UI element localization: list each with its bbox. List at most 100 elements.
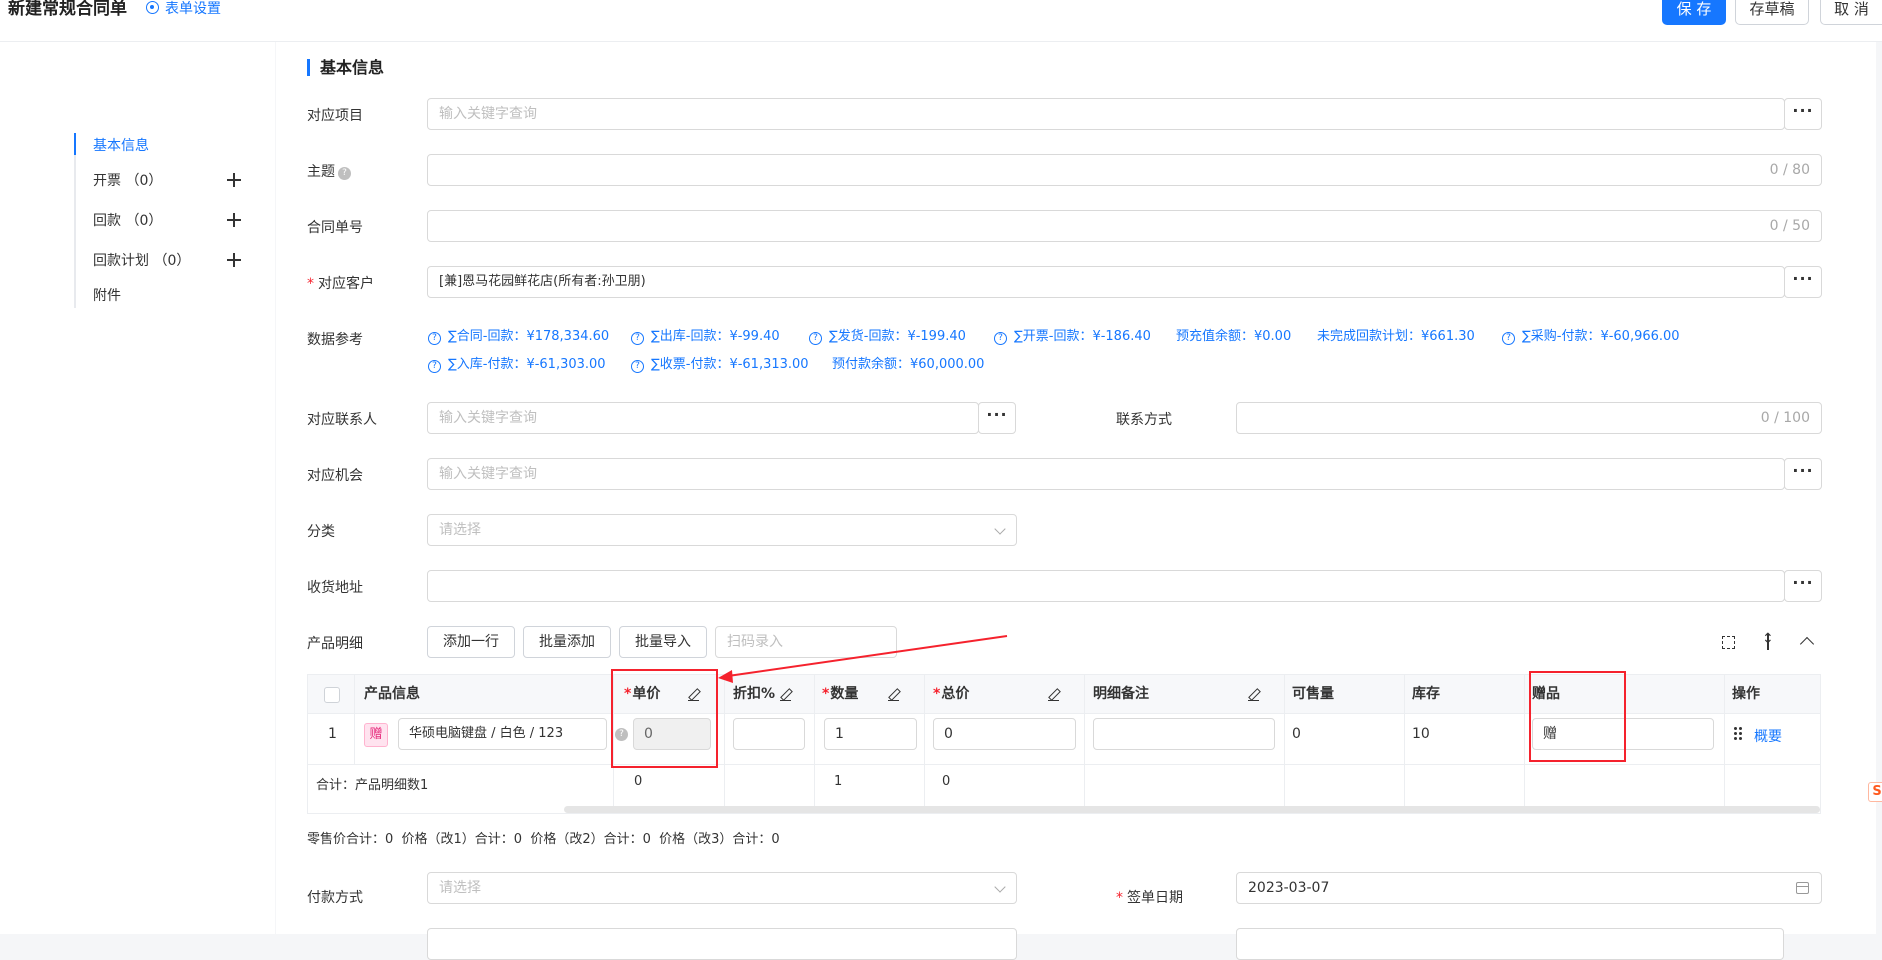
question-circle-icon: ? bbox=[631, 360, 644, 373]
contact-method-counter: 0 / 100 bbox=[1760, 410, 1810, 426]
customer-label: * 对应客户 bbox=[307, 276, 374, 292]
cancel-button[interactable]: 取 消 bbox=[1820, 0, 1882, 25]
form-settings-label: 表单设置 bbox=[165, 1, 221, 17]
payment-select[interactable]: 请选择 bbox=[427, 872, 1017, 904]
add-payment-plan-plus-icon[interactable] bbox=[226, 252, 242, 268]
question-circle-icon: ? bbox=[994, 332, 1007, 345]
form-settings-link[interactable]: 表单设置 bbox=[146, 1, 221, 17]
add-row-button[interactable]: 添加一行 bbox=[427, 626, 515, 658]
chevron-down-icon bbox=[994, 881, 1006, 893]
data-ref-item[interactable]: 预充值余额：¥0.00 bbox=[1176, 325, 1291, 344]
contact-method-label: 联系方式 bbox=[1116, 412, 1172, 428]
row-index: 1 bbox=[328, 726, 337, 742]
next-field-input-right[interactable] bbox=[1236, 928, 1784, 960]
data-ref-label: 数据参考 bbox=[307, 332, 363, 348]
save-button[interactable]: 保 存 bbox=[1662, 0, 1726, 25]
page-title: 新建常规合同单 bbox=[8, 0, 127, 19]
header-remark: 明细备注 bbox=[1093, 686, 1149, 702]
contact-more-button[interactable]: ··· bbox=[978, 402, 1016, 434]
save-draft-button[interactable]: 存草稿 bbox=[1735, 0, 1809, 25]
data-ref-item[interactable]: ? ∑收票-付款：¥-61,313.00 bbox=[631, 353, 809, 373]
data-ref-item[interactable]: 未完成回款计划：¥661.30 bbox=[1317, 325, 1475, 344]
sidebar-item-payment[interactable]: 回款 （0） bbox=[93, 210, 162, 230]
category-label: 分类 bbox=[307, 524, 335, 540]
contract-no-label: 合同单号 bbox=[307, 220, 363, 236]
scan-input[interactable]: 扫码录入 bbox=[715, 626, 897, 658]
subject-input[interactable]: 0 / 80 bbox=[427, 154, 1822, 186]
opportunity-input[interactable]: 输入关键字查询 bbox=[427, 458, 1785, 490]
sidebar-track bbox=[74, 133, 76, 308]
project-input[interactable]: 输入关键字查询 bbox=[427, 98, 1785, 130]
address-more-button[interactable]: ··· bbox=[1784, 570, 1822, 602]
payment-label: 付款方式 bbox=[307, 890, 363, 906]
contract-no-input[interactable]: 0 / 50 bbox=[427, 210, 1822, 242]
discount-input[interactable] bbox=[733, 718, 805, 750]
project-more-button[interactable]: ··· bbox=[1784, 98, 1822, 130]
chevron-down-icon bbox=[994, 523, 1006, 535]
data-ref-item[interactable]: 预付款余额：¥60,000.00 bbox=[832, 353, 984, 372]
customer-more-button[interactable]: ··· bbox=[1784, 266, 1822, 298]
data-ref-item[interactable]: ? ∑入库-付款：¥-61,303.00 bbox=[428, 353, 606, 373]
data-ref-item[interactable]: ? ∑发货-回款：¥-199.40 bbox=[809, 325, 966, 345]
batch-add-button[interactable]: 批量添加 bbox=[523, 626, 611, 658]
horizontal-scrollbar[interactable] bbox=[564, 806, 1820, 813]
data-ref-item[interactable]: ? ∑出库-回款：¥-99.40 bbox=[631, 325, 780, 345]
question-circle-icon: ? bbox=[631, 332, 644, 345]
row-height-icon[interactable] bbox=[1760, 631, 1776, 650]
main-form: 基本信息 对应项目 输入关键字查询 ··· 主题? 0 / 80 合同单号 0 … bbox=[276, 42, 1876, 960]
next-field-input[interactable] bbox=[427, 928, 1017, 960]
edit-pencil-icon[interactable] bbox=[780, 689, 791, 702]
header-stock: 库存 bbox=[1412, 686, 1440, 702]
gift-tag: 赠 bbox=[364, 723, 388, 747]
sidebar-item-invoice[interactable]: 开票 （0） bbox=[93, 170, 162, 190]
header-discount: 折扣% bbox=[733, 686, 776, 702]
contact-input[interactable]: 输入关键字查询 bbox=[427, 402, 979, 434]
sign-date-label: * 签单日期 bbox=[1116, 890, 1183, 906]
subject-label: 主题? bbox=[307, 161, 351, 181]
section-title: 基本信息 bbox=[307, 59, 384, 76]
product-input[interactable]: 华硕电脑键盘 / 白色 / 123 bbox=[398, 718, 607, 750]
top-bar: 新建常规合同单 表单设置 保 存 存草稿 取 消 bbox=[0, 0, 1882, 42]
edit-pencil-icon[interactable] bbox=[888, 689, 899, 702]
sidebar-item-basic-info[interactable]: 基本信息 bbox=[93, 135, 149, 155]
question-circle-icon: ? bbox=[428, 332, 441, 345]
customer-input[interactable]: [兼]恩马花园鲜花店(所有者:孙卫朋) bbox=[427, 266, 1785, 298]
gear-icon bbox=[146, 1, 159, 14]
sidebar-active-indicator bbox=[74, 133, 76, 155]
address-input[interactable] bbox=[427, 570, 1785, 602]
data-ref-item[interactable]: ? ∑开票-回款：¥-186.40 bbox=[994, 325, 1151, 345]
drag-handle-icon[interactable] bbox=[1734, 727, 1742, 741]
sign-date-input[interactable]: 2023-03-07 bbox=[1236, 872, 1822, 904]
collapse-icon[interactable] bbox=[1799, 634, 1815, 650]
add-invoice-plus-icon[interactable] bbox=[226, 172, 242, 188]
products-label: 产品明细 bbox=[307, 636, 363, 652]
quantity-input[interactable]: 1 bbox=[824, 718, 917, 750]
s-logo-icon[interactable]: S bbox=[1868, 782, 1882, 802]
batch-import-button[interactable]: 批量导入 bbox=[619, 626, 707, 658]
select-all-checkbox[interactable] bbox=[324, 687, 340, 703]
project-label: 对应项目 bbox=[307, 108, 363, 124]
opportunity-label: 对应机会 bbox=[307, 468, 363, 484]
data-ref-item[interactable]: ? ∑采购-付款：¥-60,966.00 bbox=[1502, 325, 1680, 345]
fullscreen-icon[interactable] bbox=[1720, 634, 1736, 650]
header-quantity: *数量 bbox=[822, 686, 859, 702]
edit-pencil-icon[interactable] bbox=[1048, 689, 1059, 702]
annotation-box-unit-price bbox=[611, 669, 718, 768]
sidebar-item-attachment[interactable]: 附件 bbox=[93, 285, 121, 305]
contact-method-input[interactable]: 0 / 100 bbox=[1236, 402, 1822, 434]
category-select[interactable]: 请选择 bbox=[427, 514, 1017, 546]
totals-quantity: 1 bbox=[834, 774, 843, 789]
stock-value: 10 bbox=[1412, 726, 1430, 742]
data-ref-item[interactable]: ? ∑合同-回款：¥178,334.60 bbox=[428, 325, 609, 345]
calendar-icon bbox=[1796, 882, 1809, 894]
total-input[interactable]: 0 bbox=[933, 718, 1076, 750]
remark-input[interactable] bbox=[1093, 718, 1275, 750]
add-payment-plus-icon[interactable] bbox=[226, 212, 242, 228]
question-circle-icon: ? bbox=[428, 360, 441, 373]
opportunity-more-button[interactable]: ··· bbox=[1784, 458, 1822, 490]
overview-link[interactable]: 概要 bbox=[1754, 726, 1782, 746]
question-circle-icon: ? bbox=[1502, 332, 1515, 345]
sidebar-item-payment-plan[interactable]: 回款计划 （0） bbox=[93, 250, 190, 270]
edit-pencil-icon[interactable] bbox=[1248, 689, 1259, 702]
annotation-box-gift bbox=[1529, 671, 1626, 762]
